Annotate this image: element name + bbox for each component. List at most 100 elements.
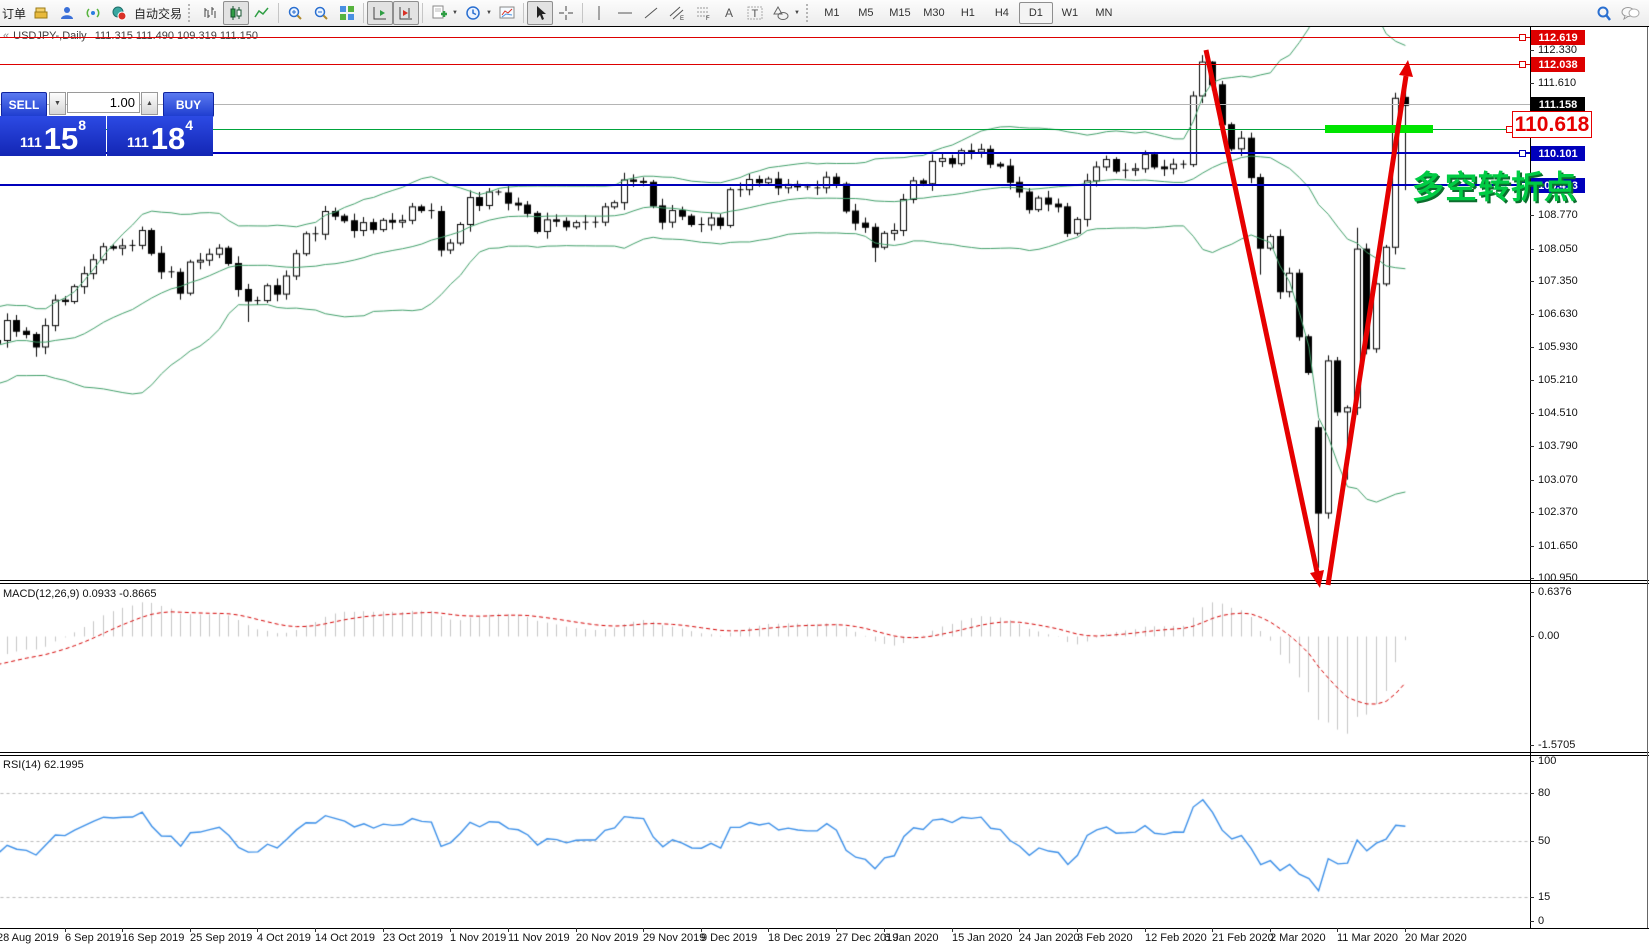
time-axis-label: 12 Feb 2020 bbox=[1145, 932, 1207, 944]
timeframe-h4[interactable]: H4 bbox=[985, 2, 1019, 24]
svg-text:F: F bbox=[706, 16, 710, 21]
time-axis-label: 2 Mar 2020 bbox=[1270, 932, 1326, 944]
price-axis-tick bbox=[1530, 380, 1534, 381]
price-callout-label[interactable]: 110.618 bbox=[1512, 111, 1592, 138]
timeframe-w1[interactable]: W1 bbox=[1053, 2, 1087, 24]
new-order-icon[interactable] bbox=[28, 1, 54, 25]
periodicity-dropdown-arrow[interactable]: ▼ bbox=[486, 10, 492, 16]
panel-divider[interactable] bbox=[0, 755, 1649, 756]
cursor-icon[interactable] bbox=[526, 1, 553, 25]
macd-axis-tick bbox=[1530, 592, 1534, 593]
sell-button[interactable]: SELL bbox=[1, 92, 47, 117]
panel-divider[interactable] bbox=[0, 752, 1649, 753]
time-axis-label: 24 Jan 2020 bbox=[1019, 932, 1080, 944]
rsi-indicator-panel[interactable] bbox=[0, 756, 1530, 928]
hline-marker[interactable] bbox=[1519, 150, 1526, 157]
timeframe-m30[interactable]: M30 bbox=[917, 2, 951, 24]
horizontal-line-icon[interactable] bbox=[612, 1, 638, 25]
window-right-border bbox=[1647, 27, 1648, 928]
buy-price-prefix: 111 bbox=[126, 134, 149, 150]
price-axis-tick bbox=[1530, 281, 1534, 282]
volume-input[interactable] bbox=[67, 92, 140, 113]
templates-icon[interactable] bbox=[494, 1, 520, 25]
panel-divider[interactable] bbox=[0, 580, 1649, 581]
svg-text:T: T bbox=[751, 8, 758, 20]
timeframe-d1[interactable]: D1 bbox=[1018, 2, 1053, 24]
community-icon[interactable] bbox=[80, 1, 106, 25]
fibonacci-icon[interactable]: F bbox=[690, 1, 716, 25]
price-axis-tick bbox=[1530, 314, 1534, 315]
chart-shift-icon[interactable] bbox=[393, 1, 420, 25]
zoom-out-icon[interactable] bbox=[308, 1, 334, 25]
time-axis-label: 9 Dec 2019 bbox=[701, 932, 758, 944]
new-order-button[interactable]: 订单 bbox=[2, 5, 26, 22]
new-chart-icon[interactable] bbox=[426, 1, 452, 25]
hline-marker[interactable] bbox=[1519, 34, 1526, 41]
time-axis-label: 6 Sep 2019 bbox=[65, 932, 122, 944]
shapes-icon[interactable] bbox=[768, 1, 794, 25]
sell-price-display[interactable]: 111 15 8 bbox=[0, 116, 106, 156]
hline-112.038[interactable] bbox=[0, 64, 1530, 65]
new-chart-dropdown-arrow[interactable]: ▼ bbox=[452, 10, 458, 16]
price-axis-label: 103.790 bbox=[1538, 440, 1578, 452]
buy-price-big: 18 bbox=[150, 121, 186, 156]
buy-price-sup: 4 bbox=[185, 117, 194, 133]
price-tag-112.619: 112.619 bbox=[1531, 30, 1585, 45]
text-label-icon[interactable]: T bbox=[742, 1, 768, 25]
price-axis-tick bbox=[1530, 578, 1534, 579]
collapse-icon[interactable]: « bbox=[3, 30, 9, 42]
toolbar-separator bbox=[422, 3, 424, 23]
volume-up-button[interactable]: ▲ bbox=[141, 92, 158, 115]
autotrade-icon[interactable] bbox=[106, 1, 132, 25]
timeframe-mn[interactable]: MN bbox=[1087, 2, 1121, 24]
vertical-line-icon[interactable] bbox=[586, 1, 612, 25]
tile-windows-icon[interactable] bbox=[334, 1, 360, 25]
equidistant-channel-icon[interactable]: E bbox=[664, 1, 690, 25]
macd-axis-tick bbox=[1530, 745, 1534, 746]
hline-110.618[interactable] bbox=[0, 129, 1530, 130]
chat-icon[interactable] bbox=[1617, 2, 1643, 26]
candlestick-chart-icon[interactable] bbox=[223, 1, 250, 25]
timeframe-m1[interactable]: M1 bbox=[815, 2, 849, 24]
search-icon[interactable] bbox=[1591, 2, 1617, 26]
rsi-axis-label: 80 bbox=[1538, 787, 1551, 799]
toolbar-separator bbox=[581, 3, 583, 23]
hline-109.413[interactable] bbox=[0, 184, 1530, 186]
macd-indicator-panel[interactable] bbox=[0, 584, 1530, 752]
auto-scroll-icon[interactable] bbox=[367, 1, 394, 25]
timeframe-m5[interactable]: M5 bbox=[849, 2, 883, 24]
buy-button[interactable]: BUY bbox=[163, 92, 214, 117]
time-axis-label: 14 Oct 2019 bbox=[315, 932, 375, 944]
hline-111.158[interactable] bbox=[0, 104, 1530, 105]
line-chart-icon[interactable] bbox=[249, 1, 275, 25]
price-axis-label: 105.210 bbox=[1538, 374, 1578, 386]
price-axis-label: 100.950 bbox=[1538, 572, 1578, 584]
bar-chart-icon[interactable] bbox=[197, 1, 223, 25]
periodicity-icon[interactable] bbox=[460, 1, 486, 25]
time-axis-label: 15 Jan 2020 bbox=[952, 932, 1013, 944]
time-axis-label: 23 Oct 2019 bbox=[383, 932, 443, 944]
timeframe-h1[interactable]: H1 bbox=[951, 2, 985, 24]
autotrade-button[interactable]: 自动交易 bbox=[134, 5, 182, 22]
volume-down-button[interactable]: ▼ bbox=[49, 92, 66, 115]
trendline-icon[interactable] bbox=[638, 1, 664, 25]
buy-price-display[interactable]: 111 18 4 bbox=[107, 116, 213, 156]
price-axis-tick bbox=[1530, 50, 1534, 51]
turning-point-annotation[interactable]: 多空转折点 bbox=[1412, 162, 1577, 208]
hline-marker[interactable] bbox=[1519, 61, 1526, 68]
hline-110.101[interactable] bbox=[0, 152, 1530, 154]
toolbar-separator bbox=[522, 3, 524, 23]
text-icon[interactable]: A bbox=[716, 1, 742, 25]
time-axis-label: 20 Mar 2020 bbox=[1405, 932, 1467, 944]
timeframe-m15[interactable]: M15 bbox=[883, 2, 917, 24]
crosshair-icon[interactable] bbox=[553, 1, 579, 25]
price-axis-tick bbox=[1530, 480, 1534, 481]
panel-divider[interactable] bbox=[0, 583, 1649, 584]
macd-axis-label: 0.6376 bbox=[1538, 586, 1572, 598]
shapes-dropdown-arrow[interactable]: ▼ bbox=[794, 10, 800, 16]
main-price-chart[interactable] bbox=[0, 27, 1530, 580]
zoom-in-icon[interactable] bbox=[282, 1, 308, 25]
thick-level-trendline[interactable] bbox=[1325, 125, 1433, 133]
hline-112.619[interactable] bbox=[0, 37, 1530, 38]
accounts-icon[interactable] bbox=[54, 1, 80, 25]
